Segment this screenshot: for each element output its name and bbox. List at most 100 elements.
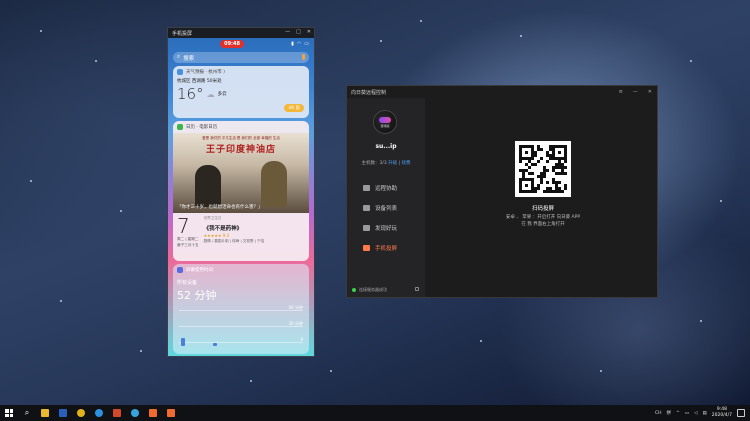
signal-icon: ▮	[291, 41, 294, 47]
chart-grid-label: 0	[300, 337, 303, 342]
menu-icon[interactable]: ≡	[619, 89, 623, 95]
cloud-icon: ☁	[206, 89, 215, 99]
wifi-icon: ◠	[296, 41, 302, 47]
word-icon	[59, 409, 67, 417]
status-time: 09:48	[220, 40, 245, 48]
lock-icon[interactable]	[415, 287, 419, 291]
sunlogin-icon	[149, 409, 157, 417]
chart-gridline	[179, 326, 303, 327]
checkmark-icon	[77, 409, 85, 417]
qr-instructions: 安卓 、 苹果 ：开启打开 向日葵 APP 在 我 界面右上角打开	[487, 214, 599, 228]
qr-code	[515, 141, 571, 197]
taskbar-app-word[interactable]	[54, 405, 72, 421]
movie-quote: 「你才三十岁，也就想活命也有什么害？」	[177, 205, 263, 210]
qr-module	[564, 190, 567, 193]
system-tray: CH 拼 ^ ▭ ◁ ▤ 9:48 2020/4/7	[655, 405, 732, 421]
poster-figure	[261, 161, 287, 207]
minimize-icon[interactable]: —	[633, 89, 638, 95]
weather-location: 杭城区 西湖路 50米处	[177, 79, 222, 84]
screen-time-device-label: 所有设备	[177, 280, 198, 286]
taskbar-app-powerpoint[interactable]	[108, 405, 126, 421]
folder-icon	[41, 409, 49, 417]
remote-assist-icon	[363, 185, 370, 191]
chart-gridline	[179, 310, 303, 311]
screen-time-header: 屏幕使用时间	[186, 268, 213, 273]
renew-link[interactable]: 续费	[402, 161, 411, 166]
upgrade-link[interactable]: 升级	[388, 161, 397, 166]
sidebar-menu: 远程协助 设备列表 发现好玩 手机投屏	[347, 178, 425, 258]
connection-status: 连接服务器成功	[352, 287, 419, 293]
start-button[interactable]	[0, 405, 18, 421]
close-icon[interactable]: ✕	[648, 89, 652, 95]
weather-condition: 多云	[217, 92, 227, 97]
screen-time-widget[interactable]: 屏幕使用时间 所有设备 52 分钟 60 分钟 30 分钟 0	[173, 264, 309, 354]
network-icon[interactable]: ▭	[685, 411, 689, 416]
phone-status-bar: 09:48 ▮ ◠ ▭	[168, 38, 314, 50]
sunlogin-icon	[167, 409, 175, 417]
browser-icon	[131, 409, 139, 417]
movie-calendar-widget[interactable]: 日历 · 电影日历 爱是 我们的 平凡生活 是 我们的 全部 幸福的 生活 王子…	[173, 121, 309, 261]
weather-temperature: 16°	[177, 85, 204, 103]
taskbar-app-browser[interactable]	[126, 405, 144, 421]
chart-bar	[213, 343, 217, 346]
sidebar-item-discover[interactable]: 发现好玩	[347, 218, 425, 238]
close-icon[interactable]: ✕	[307, 29, 311, 35]
weather-widget[interactable]: 天气预报 · 杭州市 〉 杭城区 西湖路 50米处 16° ☁ 多云 46 良	[173, 66, 309, 118]
battery-icon: ▭	[304, 41, 309, 47]
qr-title: 扫码投屏	[531, 206, 554, 212]
maximize-icon[interactable]: □	[296, 29, 301, 35]
screen-time-icon	[177, 267, 183, 273]
film-rating: ★★★★★ 9.0	[203, 233, 230, 238]
sidebar-item-label: 发现好玩	[375, 226, 398, 232]
weather-header: 天气预报 · 杭州市 〉	[186, 70, 228, 75]
chevron-up-icon[interactable]: ^	[676, 411, 680, 416]
microphone-icon[interactable]	[302, 54, 305, 60]
movie-poster: 爱是 我们的 平凡生活 是 我们的 全部 幸福的 生活 王子印度神油店 「你才三…	[173, 133, 309, 213]
screen-time-chart: 60 分钟 30 分钟 0	[179, 305, 303, 346]
qr-instructions-line: 在 我 界面右上角打开	[521, 222, 565, 227]
phone-window-title: 手机投屏	[172, 30, 193, 37]
chart-grid-label: 30 分钟	[288, 321, 303, 326]
taskbar-app-todo[interactable]	[72, 405, 90, 421]
sidebar-item-label: 设备列表	[375, 206, 398, 212]
remote-sidebar: 游戏版 su...ip 主机数：3/3 升级 | 续费 远程协助 设备列表 发现…	[347, 98, 425, 297]
avatar[interactable]: 游戏版	[373, 110, 397, 134]
taskbar-app-sunlogin[interactable]	[144, 405, 162, 421]
taskbar-app-file-explorer[interactable]	[36, 405, 54, 421]
windows-logo-icon	[5, 409, 13, 417]
avatar-label: 游戏版	[380, 123, 390, 128]
sidebar-item-device-list[interactable]: 设备列表	[347, 198, 425, 218]
phone-mirror-window[interactable]: 手机投屏 — □ ✕ 09:48 ▮ ◠ ▭ ⌕ 搜索 天气预报 · 杭州市 〉	[167, 27, 315, 357]
weather-app-icon	[177, 69, 183, 75]
minimize-icon[interactable]: —	[285, 29, 290, 35]
calendar-app-icon	[177, 124, 183, 130]
poster-tagline: 爱是 我们的 平凡生活 是 我们的 全部 幸福的 生活	[202, 136, 280, 140]
qr-code-pattern	[519, 145, 567, 193]
phone-screen[interactable]: 09:48 ▮ ◠ ▭ ⌕ 搜索 天气预报 · 杭州市 〉 杭城区 西湖路 50…	[168, 38, 314, 356]
keyboard-icon[interactable]: ▤	[703, 411, 707, 416]
poster-title: 王子印度神油店	[205, 145, 276, 155]
remote-control-window[interactable]: 向日葵远程控制 ≡ — ✕ 游戏版 su...ip 主机数：3/3 升级 | 续…	[346, 85, 658, 298]
taskbar-app-sunlogin-2[interactable]	[162, 405, 180, 421]
taskbar-app-edge[interactable]	[90, 405, 108, 421]
calendar-header: 日历 · 电影日历	[186, 125, 218, 130]
phone-window-titlebar[interactable]: 手机投屏 — □ ✕	[168, 28, 314, 38]
phone-search-bar[interactable]: ⌕ 搜索	[173, 52, 309, 63]
calendar-day: 7	[177, 214, 190, 238]
taskbar-clock[interactable]: 9:48 2020/4/7	[712, 407, 732, 419]
aqi-badge: 46 良	[284, 104, 304, 112]
search-button[interactable]: ⌕	[18, 405, 36, 421]
tray-language[interactable]: CH	[655, 411, 662, 416]
chart-gridline	[179, 342, 303, 343]
sidebar-item-remote-assist[interactable]: 远程协助	[347, 178, 425, 198]
tray-ime[interactable]: 拼	[667, 410, 672, 416]
sidebar-item-phone-mirror[interactable]: 手机投屏	[347, 238, 425, 258]
sidebar-item-label: 远程协助	[375, 186, 398, 192]
volume-icon[interactable]: ◁	[694, 411, 697, 416]
discover-icon	[363, 225, 370, 231]
notification-icon[interactable]	[737, 409, 745, 417]
gamepad-icon	[379, 116, 391, 123]
taskbar: ⌕ CH 拼 ^ ▭ ◁ ▤ 9:48 2020/4/7	[0, 405, 750, 421]
remote-window-titlebar[interactable]: 向日葵远程控制 ≡ — ✕	[347, 86, 657, 98]
connection-status-text: 连接服务器成功	[359, 287, 387, 292]
